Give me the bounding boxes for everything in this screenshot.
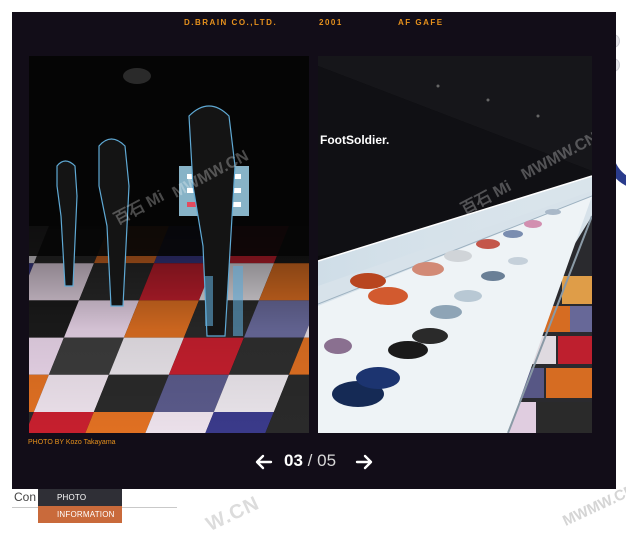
page-indicator: 03 / 05 — [284, 451, 336, 471]
store-interior-image — [29, 56, 309, 433]
watermark-text: W.CN — [202, 492, 264, 536]
header-venue: AF GAFE — [398, 18, 444, 27]
shoe-display-image: FootSoldier. — [318, 56, 592, 433]
photo-credit: PHOTO BY Kozo Takayama — [28, 439, 116, 446]
store-photo-right: FootSoldier. MWMW.CN 百石 Mi — [318, 56, 592, 433]
background-partial-text: Con — [14, 490, 37, 504]
arrow-right-icon[interactable] — [354, 452, 374, 472]
photo-pager: 03 / 05 — [12, 450, 616, 474]
photo-lightbox: D.BRAIN CO.,LTD. 2001 AF GAFE MWMW.CN 百石… — [12, 12, 616, 489]
header-year: 2001 — [319, 18, 343, 27]
page-total: 05 — [317, 451, 337, 470]
store-sign-text: FootSoldier. — [320, 133, 389, 147]
menu-item-photo[interactable]: PHOTO — [38, 489, 122, 506]
menu-item-information[interactable]: INFORMATION — [38, 506, 122, 523]
info-menu: PHOTO INFORMATION — [38, 489, 122, 523]
header-company: D.BRAIN CO.,LTD. — [184, 18, 278, 27]
store-photo-left: MWMW.CN 百石 Mi — [29, 56, 309, 433]
arrow-left-icon[interactable] — [254, 452, 274, 472]
page-separator: / — [307, 451, 313, 470]
page-current: 03 — [284, 451, 303, 470]
